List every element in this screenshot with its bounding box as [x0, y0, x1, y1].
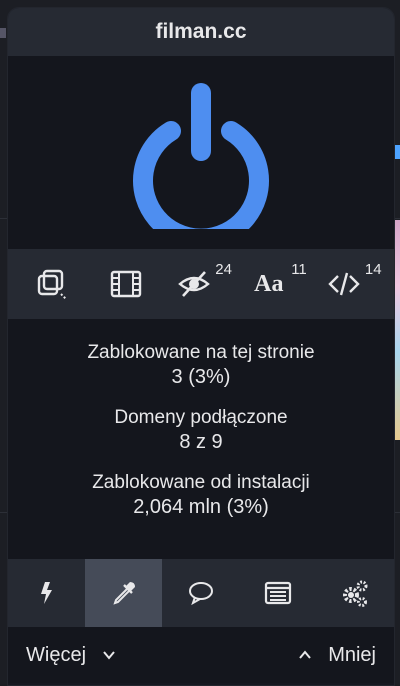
switch-toolbar: 24 Aa 11 14 [8, 249, 394, 319]
chevron-down-icon [100, 646, 118, 664]
chevron-up-icon [296, 646, 314, 664]
popup-footer: Więcej Mniej [8, 627, 394, 683]
no-scripting-toggle[interactable]: 14 [320, 259, 382, 309]
chat-bubble-icon [187, 579, 215, 607]
no-cosmetic-icon [177, 267, 211, 301]
more-button[interactable]: Więcej [26, 644, 118, 667]
blocked-total-label: Zablokowane od instalacji [92, 471, 310, 494]
less-label: Mniej [328, 644, 376, 667]
power-icon[interactable] [131, 79, 271, 229]
zapper-button[interactable] [8, 559, 85, 627]
stats-panel: Zablokowane na tej stronie 3 (3%) Domeny… [8, 319, 394, 559]
blocked-total-value: 2,064 mln (3%) [133, 494, 269, 520]
popup-header: filman.cc [8, 8, 394, 56]
tools-toolbar [8, 559, 394, 627]
no-popups-icon [34, 267, 68, 301]
cosmetic-count-badge: 24 [215, 261, 232, 278]
blocked-page-label: Zablokowane na tej stronie [87, 341, 314, 364]
no-media-toggle[interactable] [95, 259, 157, 309]
logger-button[interactable] [240, 559, 317, 627]
background-fragment [0, 28, 6, 38]
dashboard-button[interactable] [317, 559, 394, 627]
no-media-icon [109, 267, 143, 301]
no-remote-fonts-toggle[interactable]: Aa 11 [245, 259, 307, 309]
more-label: Więcej [26, 644, 86, 667]
no-cosmetic-toggle[interactable]: 24 [170, 259, 232, 309]
fonts-count-badge: 11 [291, 261, 307, 278]
domains-value: 8 z 9 [179, 429, 222, 455]
ublock-popup: filman.cc [7, 7, 395, 686]
less-button[interactable]: Mniej [296, 644, 376, 667]
eyedropper-icon [110, 579, 138, 607]
site-hostname: filman.cc [155, 20, 246, 44]
scripting-count-badge: 14 [365, 261, 382, 278]
list-icon [264, 579, 292, 607]
domains-label: Domeny podłączone [114, 406, 287, 429]
blocked-page-value: 3 (3%) [172, 364, 231, 390]
no-remote-fonts-icon: Aa [254, 271, 283, 298]
report-button[interactable] [162, 559, 239, 627]
no-scripting-icon [327, 267, 361, 301]
bolt-icon [33, 579, 61, 607]
no-popups-toggle[interactable] [20, 259, 82, 309]
gears-icon [341, 579, 369, 607]
power-area [8, 56, 394, 249]
picker-button[interactable] [85, 559, 162, 627]
